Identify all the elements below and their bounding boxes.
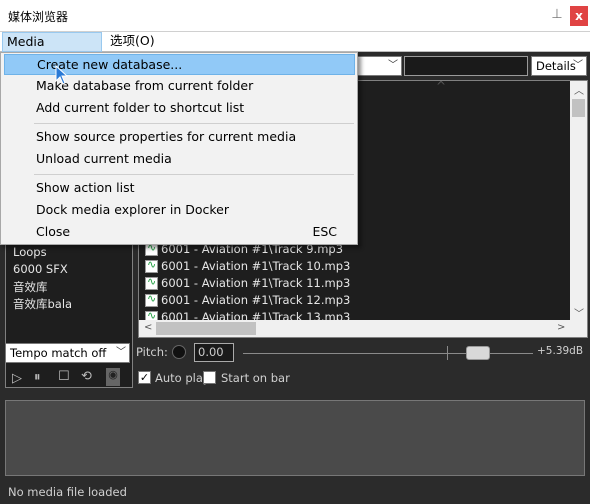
horizontal-scroll-thumb[interactable] — [156, 322, 256, 335]
menu-separator — [34, 174, 354, 175]
view-mode-select[interactable]: Details ﹀ — [531, 56, 587, 76]
waveform-preview[interactable] — [5, 400, 585, 476]
tempo-match-select[interactable]: Tempo match off ﹀ — [5, 343, 130, 363]
file-item[interactable]: 6001 - Aviation #1\Track 10.mp3 — [145, 258, 350, 276]
pitch-input[interactable]: 0.00 — [194, 343, 234, 362]
menu-options[interactable]: 选项(O) — [106, 32, 159, 52]
file-item[interactable]: 6001 - Aviation #1\Track 12.mp3 — [145, 292, 350, 310]
menu-item-add-folder-shortcut[interactable]: Add current folder to shortcut list — [4, 98, 355, 119]
vertical-scrollbar[interactable]: ︿ ﹀ — [570, 81, 587, 321]
horizontal-scrollbar[interactable]: < > — [139, 320, 571, 337]
tempo-match-label: Tempo match off — [10, 346, 107, 360]
menu-media-explorer[interactable]: Media Explorer — [2, 32, 102, 67]
menu-item-unload-media[interactable]: Unload current media — [4, 149, 355, 170]
file-item[interactable]: 6001 - Aviation #1\Track 11.mp3 — [145, 275, 350, 293]
autoplay-label: Auto play — [155, 371, 210, 385]
view-mode-label: Details — [536, 59, 576, 73]
menu-bar: Media Explorer 选项(O) — [0, 32, 590, 67]
menu-item-show-action-list[interactable]: Show action list — [4, 178, 355, 199]
volume-readout: +5.39dB — [537, 345, 584, 357]
volume-slider-thumb[interactable] — [466, 346, 490, 360]
speaker-icon[interactable]: ◉ — [106, 368, 120, 386]
scroll-down-icon[interactable]: ﹀ — [574, 305, 584, 320]
sort-indicator-icon: ^ — [436, 80, 447, 93]
folder-list[interactable]: Loops 6000 SFX 音效库 音效库bala — [5, 240, 133, 388]
chevron-down-icon: ﹀ — [388, 60, 398, 71]
pause-icon[interactable]: ⏸ — [34, 370, 41, 385]
audio-file-icon — [145, 275, 158, 290]
pitch-label: Pitch: — [136, 345, 168, 359]
close-shortcut: ESC — [312, 224, 337, 239]
mouse-cursor-icon — [55, 65, 69, 85]
vertical-scroll-thumb[interactable] — [572, 99, 585, 117]
menu-separator — [34, 123, 354, 124]
folder-item-sound-library-bala[interactable]: 音效库bala — [13, 296, 72, 312]
audio-file-icon — [145, 258, 158, 273]
scroll-corner — [570, 320, 587, 337]
folder-item-loops[interactable]: Loops — [13, 245, 47, 259]
audio-file-icon — [145, 292, 158, 307]
search-field[interactable] — [404, 56, 528, 76]
folder-item-6000-sfx[interactable]: 6000 SFX — [13, 262, 68, 276]
pitch-knob[interactable] — [172, 345, 186, 359]
scroll-right-icon[interactable]: > — [557, 322, 565, 333]
window-title: 媒体浏览器 — [8, 10, 69, 24]
scroll-left-icon[interactable]: < — [144, 322, 152, 333]
loop-icon[interactable]: ⟲ — [81, 369, 92, 384]
start-on-bar-label: Start on bar — [221, 371, 290, 385]
folder-item-sound-library[interactable]: 音效库 — [13, 279, 48, 295]
chevron-down-icon: ﹀ — [116, 347, 126, 358]
volume-slider-center-mark — [447, 346, 448, 360]
media-explorer-menu: Create new database... Make database fro… — [0, 52, 358, 245]
scroll-up-icon[interactable]: ︿ — [574, 82, 584, 97]
autoplay-checkbox[interactable]: ✓ — [138, 371, 151, 384]
pin-icon[interactable]: ⊥ — [549, 7, 565, 25]
close-button[interactable]: x — [570, 6, 588, 26]
stop-icon[interactable]: ☐ — [58, 369, 70, 384]
play-icon[interactable]: ▷ — [12, 371, 22, 386]
search-combo[interactable]: ﹀ — [356, 56, 402, 76]
menu-item-dock-in-docker[interactable]: Dock media explorer in Docker — [4, 200, 355, 221]
start-on-bar-checkbox[interactable] — [203, 371, 216, 384]
status-text: No media file loaded — [8, 485, 127, 499]
chevron-down-icon: ﹀ — [573, 60, 583, 71]
title-bar: 媒体浏览器 ⊥ x — [0, 0, 590, 32]
menu-item-close[interactable]: Close ESC — [4, 222, 355, 243]
menu-item-show-source-properties[interactable]: Show source properties for current media — [4, 127, 355, 148]
